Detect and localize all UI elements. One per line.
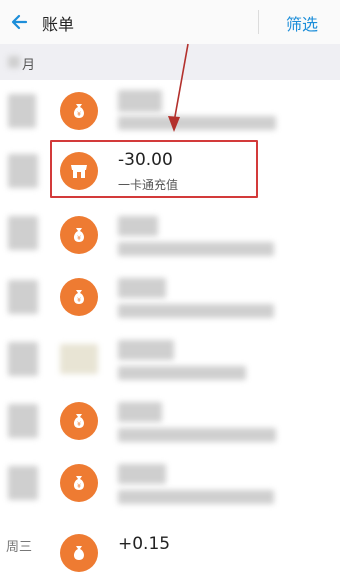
blurred-amount xyxy=(118,90,162,112)
bill-row[interactable]: ¥ xyxy=(0,204,340,267)
blurred-description xyxy=(118,428,276,442)
svg-text:¥: ¥ xyxy=(77,483,81,490)
blurred-month xyxy=(8,56,20,68)
blurred-amount xyxy=(118,340,174,360)
blurred-amount xyxy=(118,216,158,236)
top-bar: 账单 筛选 xyxy=(0,0,340,45)
blurred-date xyxy=(8,404,38,438)
blurred-description xyxy=(118,366,246,380)
blurred-date xyxy=(8,154,38,188)
blurred-date xyxy=(8,216,38,250)
svg-text:¥: ¥ xyxy=(77,421,81,428)
blurred-date xyxy=(8,342,38,376)
money-bag-icon xyxy=(60,534,98,572)
bill-row[interactable] xyxy=(0,328,340,391)
blurred-description xyxy=(118,116,276,130)
blurred-date xyxy=(8,94,36,128)
section-label: 月 xyxy=(22,58,36,73)
arrow-left-icon xyxy=(11,14,28,30)
money-bag-icon: ¥ xyxy=(60,464,98,502)
highlight-box xyxy=(50,140,258,198)
blurred-date xyxy=(8,466,38,500)
blurred-description xyxy=(118,304,274,318)
blurred-description xyxy=(118,242,274,256)
svg-text:¥: ¥ xyxy=(77,235,81,242)
header-divider xyxy=(258,10,259,34)
blurred-amount xyxy=(118,278,166,298)
bill-row[interactable]: 周三 +0.15 xyxy=(0,514,340,576)
blurred-avatar xyxy=(60,344,98,374)
month-section-header: 月 xyxy=(0,44,340,80)
bill-row[interactable]: ¥ xyxy=(0,266,340,329)
bill-row[interactable]: ¥ xyxy=(0,390,340,453)
bill-row[interactable]: ¥ xyxy=(0,80,340,143)
blurred-amount xyxy=(118,464,166,484)
bill-row[interactable]: ¥ xyxy=(0,452,340,515)
amount: +0.15 xyxy=(118,534,171,554)
blurred-description xyxy=(118,490,274,504)
svg-text:¥: ¥ xyxy=(77,111,81,118)
svg-text:¥: ¥ xyxy=(77,297,81,304)
money-bag-icon: ¥ xyxy=(60,216,98,254)
back-button[interactable] xyxy=(6,8,34,36)
money-bag-icon: ¥ xyxy=(60,92,98,130)
blurred-date xyxy=(8,280,38,314)
page-title: 账单 xyxy=(42,15,75,34)
money-bag-icon: ¥ xyxy=(60,402,98,440)
money-bag-icon: ¥ xyxy=(60,278,98,316)
filter-button[interactable]: 筛选 xyxy=(286,11,318,35)
blurred-amount xyxy=(118,402,162,422)
